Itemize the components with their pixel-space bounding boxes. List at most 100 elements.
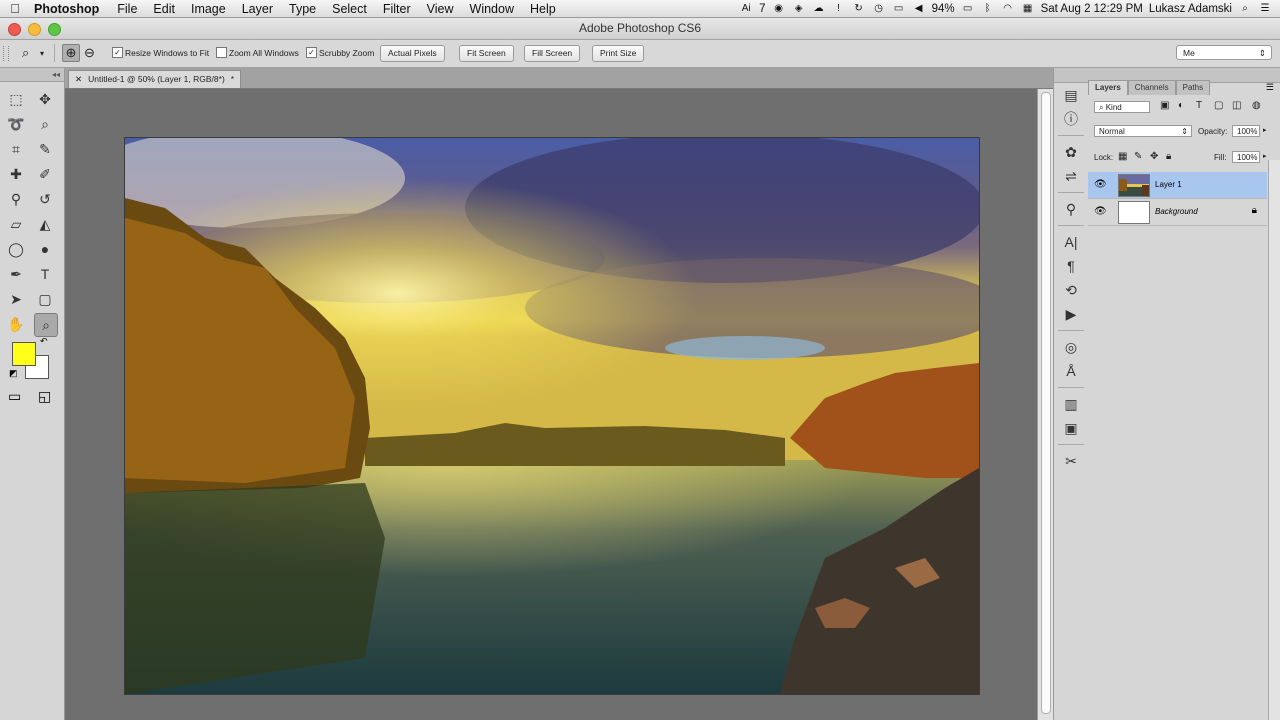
checkbox-box[interactable]: ✓ — [306, 47, 317, 58]
sync-icon[interactable]: ↻ — [852, 3, 866, 14]
paragraph-panel-icon[interactable]: ¶ — [1054, 254, 1088, 278]
workspace-select[interactable]: Me ⇕ — [1176, 45, 1272, 60]
dock-header[interactable] — [1054, 68, 1088, 83]
menu-help[interactable]: Help — [522, 2, 564, 16]
styles-panel-icon[interactable]: ◎ — [1054, 335, 1088, 359]
menu-image[interactable]: Image — [183, 2, 234, 16]
checkbox-box[interactable] — [216, 47, 227, 58]
smart-object-filter-icon[interactable]: ◫ — [1232, 100, 1241, 111]
filter-kind-select[interactable]: ⌕ Kind — [1094, 101, 1150, 113]
fill-dropdown-icon[interactable]: ▸ — [1263, 152, 1267, 160]
lock-all-icon[interactable]: 🔒︎ — [1166, 151, 1171, 162]
default-colors-icon[interactable]: ◩ — [9, 368, 18, 379]
hand-tool-icon[interactable]: ✋ — [5, 313, 27, 335]
type-filter-icon[interactable]: T — [1196, 100, 1202, 111]
menu-type[interactable]: Type — [281, 2, 324, 16]
opacity-dropdown-icon[interactable]: ▸ — [1263, 126, 1267, 134]
canvas-image-sunset-river[interactable] — [124, 137, 980, 695]
volume-icon[interactable]: ◀ — [912, 3, 926, 14]
history-brush-tool-icon[interactable]: ↺ — [34, 188, 56, 210]
notes-panel-icon[interactable]: ▣ — [1054, 416, 1088, 440]
layers-scrollbar[interactable] — [1268, 160, 1280, 720]
resize-windows-checkbox[interactable]: ✓ Resize Windows to Fit — [112, 47, 209, 58]
timemachine-icon[interactable]: ◷ — [872, 3, 886, 14]
clone-source-panel-icon[interactable]: ⚲ — [1054, 197, 1088, 221]
clone-stamp-tool-icon[interactable]: ⚲ — [5, 188, 27, 210]
cloud-icon[interactable]: ☁ — [812, 3, 826, 14]
preset-dropdown-arrow-icon[interactable]: ▾ — [40, 49, 44, 58]
character-panel-icon[interactable]: A| — [1054, 230, 1088, 254]
visibility-eye-icon[interactable]: 👁︎ — [1094, 206, 1107, 217]
options-grip-handle[interactable] — [3, 46, 9, 61]
dodge-tool-icon[interactable]: ● — [34, 238, 56, 260]
spot-healing-tool-icon[interactable]: ✚ — [5, 163, 27, 185]
info-panel-icon[interactable]: ⓘ — [1054, 107, 1088, 131]
crop-tool-icon[interactable]: ⌗ — [5, 138, 27, 160]
quick-selection-tool-icon[interactable]: ⌕ — [34, 113, 56, 135]
scrubby-zoom-checkbox[interactable]: ✓ Scrubby Zoom — [306, 47, 374, 58]
print-size-button[interactable]: Print Size — [592, 45, 645, 62]
canvas-vertical-scrollbar[interactable] — [1037, 89, 1053, 720]
menu-file[interactable]: File — [109, 2, 145, 16]
pixel-filter-icon[interactable]: ▣ — [1160, 100, 1169, 111]
tab-channels[interactable]: Channels — [1127, 80, 1176, 95]
layer-comps-panel-icon[interactable]: ▥ — [1054, 392, 1088, 416]
menu-select[interactable]: Select — [324, 2, 375, 16]
adjustment-filter-icon[interactable]: ◐ — [1178, 100, 1184, 111]
tools-panel-header[interactable]: ◂◂ — [0, 68, 64, 82]
lock-image-icon[interactable]: ✎ — [1134, 151, 1142, 162]
flag-icon[interactable]: ▦ — [1021, 3, 1035, 14]
blend-mode-select[interactable]: Normal ⇕ — [1094, 125, 1192, 137]
eye-tray-icon[interactable]: ◉ — [772, 3, 786, 14]
checkbox-box[interactable]: ✓ — [112, 47, 123, 58]
lock-transparent-icon[interactable]: ▦ — [1118, 151, 1127, 162]
layer-name[interactable]: Layer 1 — [1155, 180, 1182, 189]
dropbox-icon[interactable]: ◈ — [792, 3, 806, 14]
battery-percent[interactable]: 94% — [932, 3, 955, 15]
visibility-eye-icon[interactable]: 👁︎ — [1094, 179, 1107, 190]
fill-input[interactable]: 100% — [1232, 151, 1260, 163]
quick-mask-icon[interactable]: ▭ — [8, 388, 21, 405]
zoom-out-icon[interactable]: ⊖ — [84, 45, 95, 61]
zoom-all-windows-checkbox[interactable]: Zoom All Windows — [216, 47, 299, 58]
tab-paths[interactable]: Paths — [1175, 80, 1211, 95]
fit-screen-button[interactable]: Fit Screen — [459, 45, 514, 62]
layer-row-layer-1[interactable]: 👁︎ Layer 1 — [1088, 172, 1267, 199]
zoom-tool-preset-icon[interactable]: ⌕ — [22, 45, 29, 61]
menu-clock[interactable]: Sat Aug 2 12:29 PM — [1041, 3, 1143, 15]
bluetooth-icon[interactable]: ᛒ — [981, 3, 995, 14]
lasso-tool-icon[interactable]: ➰ — [5, 113, 27, 135]
tools-panel-toggle-icon[interactable]: ✂ — [1054, 449, 1088, 473]
eyedropper-tool-icon[interactable]: ✎ — [34, 138, 56, 160]
tool-presets-panel-icon[interactable]: ⟲ — [1054, 278, 1088, 302]
path-selection-tool-icon[interactable]: ➤ — [5, 288, 27, 310]
paint-bucket-tool-icon[interactable]: ◭ — [34, 213, 56, 235]
layer-row-background[interactable]: 👁︎ Background 🔒︎ — [1088, 199, 1267, 226]
actions-panel-icon[interactable]: ▶ — [1054, 302, 1088, 326]
scrollbar-thumb[interactable] — [1041, 92, 1051, 714]
blur-tool-icon[interactable]: ◯ — [5, 238, 27, 260]
notification-list-icon[interactable]: ☰ — [1258, 3, 1272, 14]
type-tool-icon[interactable]: T — [34, 263, 56, 285]
zoom-tool-icon[interactable]: ⌕ — [34, 313, 58, 337]
wifi-icon[interactable]: ◠ — [1001, 3, 1015, 14]
pen-tool-icon[interactable]: ✒ — [5, 263, 27, 285]
screen-mode-icon[interactable]: ◱ — [38, 388, 51, 405]
menu-filter[interactable]: Filter — [375, 2, 419, 16]
menu-user[interactable]: Lukasz Adamski — [1149, 3, 1232, 15]
menu-window[interactable]: Window — [462, 2, 522, 16]
marquee-tool-icon[interactable]: ⬚ — [5, 88, 27, 110]
adjustments-panel-icon[interactable]: ⇌ — [1054, 164, 1088, 188]
document-tab[interactable]: ✕ Untitled-1 @ 50% (Layer 1, RGB/8*) * — [68, 70, 242, 88]
display-icon[interactable]: ▭ — [892, 3, 906, 14]
brush-presets-panel-icon[interactable]: ✿ — [1054, 140, 1088, 164]
eraser-tool-icon[interactable]: ▱ — [5, 213, 27, 235]
fill-screen-button[interactable]: Fill Screen — [524, 45, 581, 62]
alert-icon[interactable]: ! — [832, 3, 846, 14]
brush-tool-icon[interactable]: ✐ — [34, 163, 56, 185]
menu-edit[interactable]: Edit — [145, 2, 183, 16]
lock-position-icon[interactable]: ✥ — [1150, 151, 1158, 162]
tab-layers[interactable]: Layers — [1088, 80, 1128, 95]
opacity-input[interactable]: 100% — [1232, 125, 1260, 137]
spotlight-search-icon[interactable]: ⌕ — [1238, 3, 1252, 14]
